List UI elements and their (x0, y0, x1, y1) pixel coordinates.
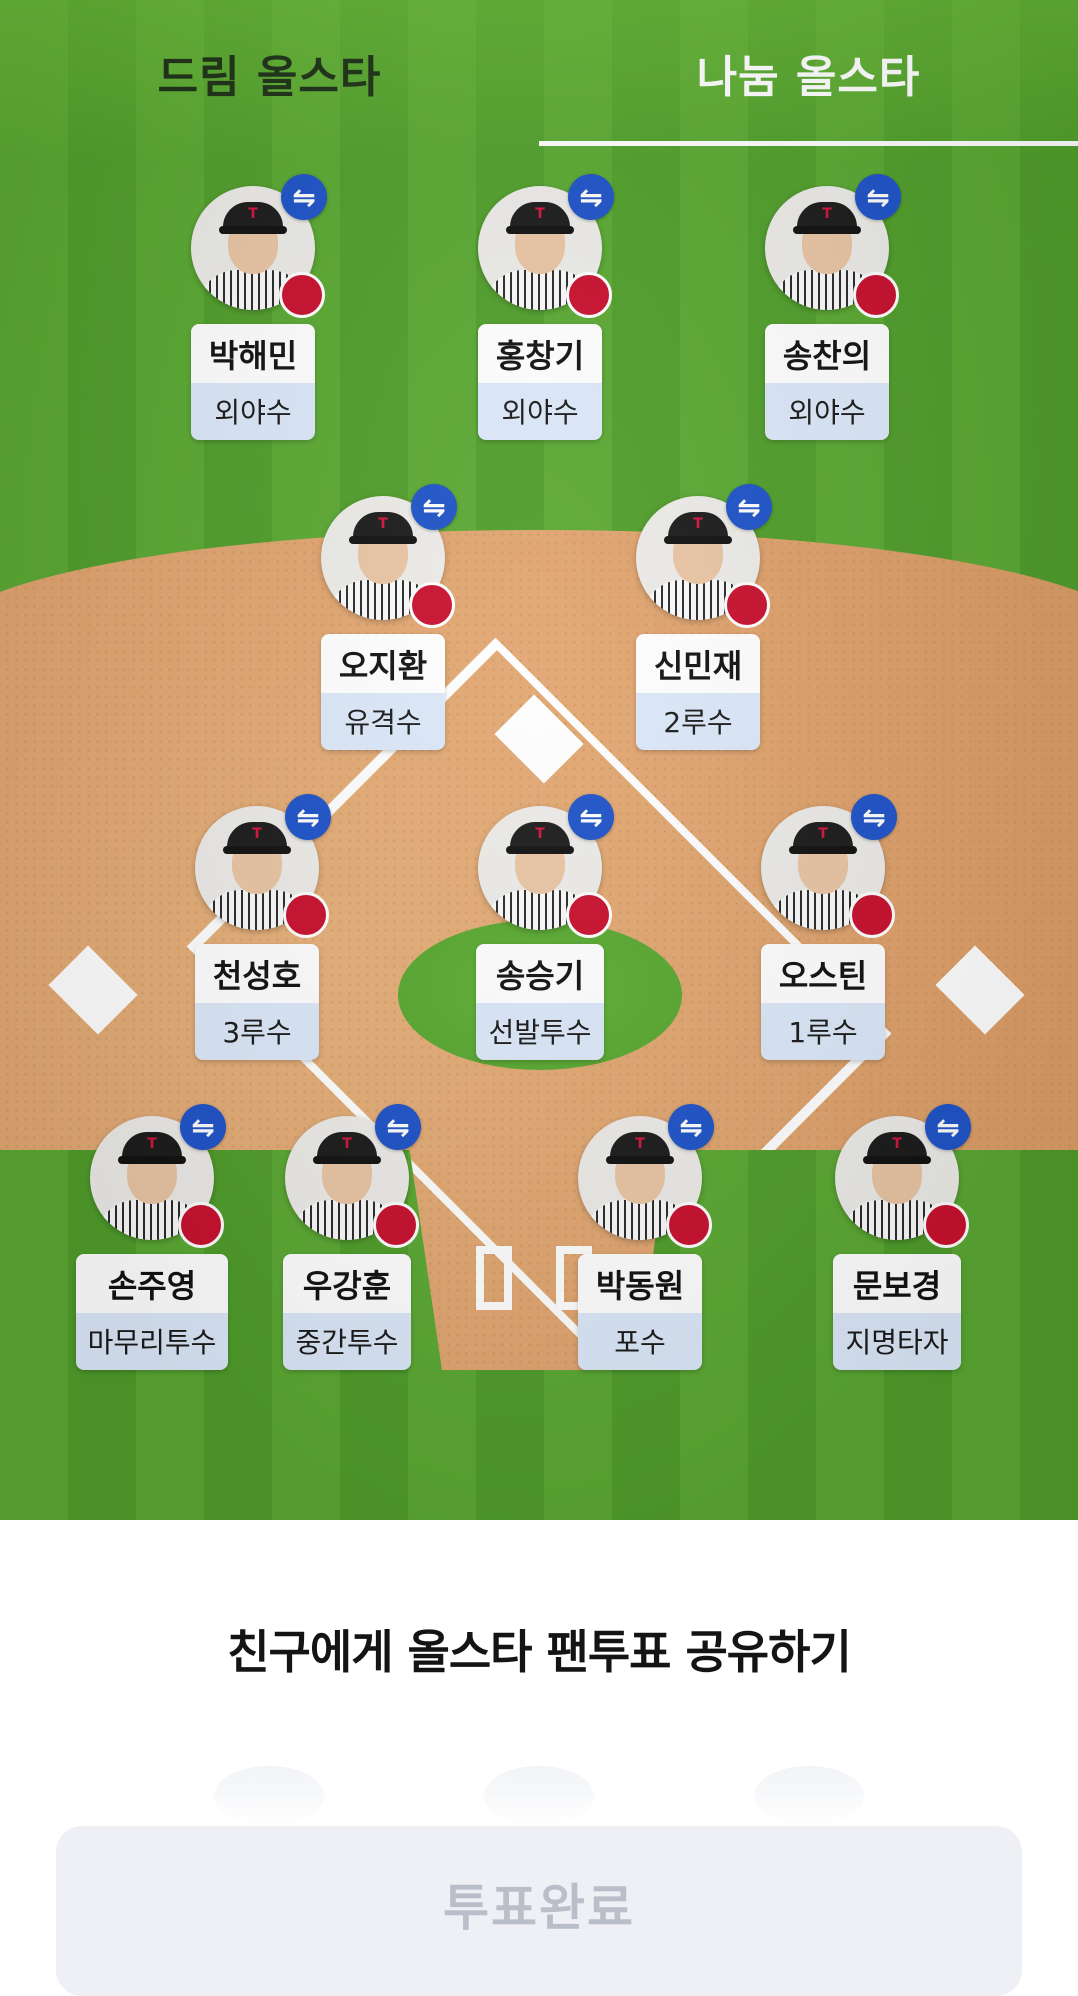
swap-icon[interactable]: ⇋ (851, 794, 897, 840)
player-position: 마무리투수 (75, 1313, 229, 1370)
player-namecard: 오스틴 1루수 (761, 944, 885, 1060)
player-position: 중간투수 (283, 1313, 411, 1370)
player-avatar: T ⇋ (761, 794, 897, 938)
swap-icon[interactable]: ⇋ (375, 1104, 421, 1150)
player-position: 유격수 (321, 693, 445, 750)
player-avatar: T ⇋ (90, 1104, 226, 1248)
player-namecard: 천성호 3루수 (195, 944, 319, 1060)
player-name: 손주영 (75, 1254, 229, 1313)
player-namecard: 오지환 유격수 (321, 634, 445, 750)
player-namecard: 문보경 지명타자 (833, 1254, 961, 1370)
player-namecard: 송승기 선발투수 (476, 944, 604, 1060)
player-namecard: 손주영 마무리투수 (75, 1254, 229, 1370)
player-avatar: T ⇋ (285, 1104, 421, 1248)
share-kakao-icon[interactable] (214, 1766, 324, 1826)
swap-icon[interactable]: ⇋ (568, 174, 614, 220)
swap-icon[interactable]: ⇋ (281, 174, 327, 220)
player-position: 외야수 (478, 383, 602, 440)
player-namecard: 박동원 포수 (578, 1254, 702, 1370)
player-name: 오지환 (321, 634, 445, 693)
swap-icon[interactable]: ⇋ (855, 174, 901, 220)
team-tabs: 드림 올스타 나눔 올스타 (0, 0, 1078, 146)
swap-icon[interactable]: ⇋ (285, 794, 331, 840)
player-avatar: T ⇋ (195, 794, 331, 938)
player-card[interactable]: T ⇋ 홍창기 외야수 (470, 174, 614, 440)
player-card[interactable]: T ⇋ 박해민 외야수 (183, 174, 327, 440)
player-avatar: T ⇋ (478, 794, 614, 938)
player-namecard: 송찬의 외야수 (765, 324, 889, 440)
player-name: 송찬의 (765, 324, 889, 383)
player-avatar: T ⇋ (578, 1104, 714, 1248)
player-avatar: T ⇋ (191, 174, 327, 318)
player-card[interactable]: T ⇋ 우강훈 중간투수 (277, 1104, 421, 1370)
team-logo-icon (666, 1202, 712, 1248)
player-position: 포수 (578, 1313, 702, 1370)
team-logo-icon (853, 272, 899, 318)
player-card[interactable]: T ⇋ 천성호 3루수 (187, 794, 331, 1060)
player-namecard: 신민재 2루수 (636, 634, 760, 750)
player-position: 2루수 (636, 693, 760, 750)
player-avatar: T ⇋ (835, 1104, 971, 1248)
player-namecard: 우강훈 중간투수 (283, 1254, 411, 1370)
player-name: 박동원 (578, 1254, 702, 1313)
player-card[interactable]: T ⇋ 신민재 2루수 (628, 484, 772, 750)
player-position: 1루수 (761, 1003, 885, 1060)
team-logo-icon (409, 582, 455, 628)
player-name: 신민재 (636, 634, 760, 693)
player-name: 우강훈 (283, 1254, 411, 1313)
player-card[interactable]: T ⇋ 박동원 포수 (570, 1104, 714, 1370)
player-card[interactable]: T ⇋ 오지환 유격수 (313, 484, 457, 750)
tab-nanum-allstar[interactable]: 나눔 올스타 (539, 0, 1078, 146)
team-logo-icon (923, 1202, 969, 1248)
team-logo-icon (566, 892, 612, 938)
player-card[interactable]: T ⇋ 문보경 지명타자 (827, 1104, 971, 1370)
swap-icon[interactable]: ⇋ (411, 484, 457, 530)
player-avatar: T ⇋ (321, 484, 457, 628)
player-position: 지명타자 (833, 1313, 961, 1370)
player-namecard: 홍창기 외야수 (478, 324, 602, 440)
swap-icon[interactable]: ⇋ (668, 1104, 714, 1150)
player-position: 3루수 (195, 1003, 319, 1060)
player-card[interactable]: T ⇋ 오스틴 1루수 (753, 794, 897, 1060)
team-logo-icon (373, 1202, 419, 1248)
team-logo-icon (283, 892, 329, 938)
player-avatar: T ⇋ (478, 174, 614, 318)
player-position: 외야수 (765, 383, 889, 440)
vote-complete-button[interactable]: 투표완료 (56, 1826, 1022, 1996)
player-card[interactable]: T ⇋ 손주영 마무리투수 (75, 1104, 229, 1370)
player-namecard: 박해민 외야수 (191, 324, 315, 440)
share-options (0, 1766, 1078, 1826)
swap-icon[interactable]: ⇋ (180, 1104, 226, 1150)
swap-icon[interactable]: ⇋ (726, 484, 772, 530)
player-name: 오스틴 (761, 944, 885, 1003)
player-avatar: T ⇋ (765, 174, 901, 318)
share-title: 친구에게 올스타 팬투표 공유하기 (227, 1625, 852, 1679)
team-logo-icon (849, 892, 895, 938)
team-logo-icon (279, 272, 325, 318)
player-card[interactable]: T ⇋ 송찬의 외야수 (757, 174, 901, 440)
player-name: 홍창기 (478, 324, 602, 383)
tab-dream-allstar[interactable]: 드림 올스타 (0, 0, 539, 146)
player-position: 외야수 (191, 383, 315, 440)
player-card[interactable]: T ⇋ 송승기 선발투수 (470, 794, 614, 1060)
team-logo-icon (724, 582, 770, 628)
player-name: 송승기 (476, 944, 604, 1003)
swap-icon[interactable]: ⇋ (925, 1104, 971, 1150)
player-name: 문보경 (833, 1254, 961, 1313)
swap-icon[interactable]: ⇋ (568, 794, 614, 840)
player-avatar: T ⇋ (636, 484, 772, 628)
team-logo-icon (178, 1202, 224, 1248)
batters-box-left (476, 1246, 512, 1310)
player-name: 박해민 (191, 324, 315, 383)
team-logo-icon (566, 272, 612, 318)
vote-complete-label: 투표완료 (443, 1879, 635, 1937)
share-link-icon[interactable] (484, 1766, 594, 1826)
player-name: 천성호 (195, 944, 319, 1003)
baseball-field: 드림 올스타 나눔 올스타 T ⇋ 박해민 외야수 T ⇋ 홍창기 외야수 T … (0, 0, 1078, 1520)
player-position: 선발투수 (476, 1003, 604, 1060)
share-more-icon[interactable] (754, 1766, 864, 1826)
